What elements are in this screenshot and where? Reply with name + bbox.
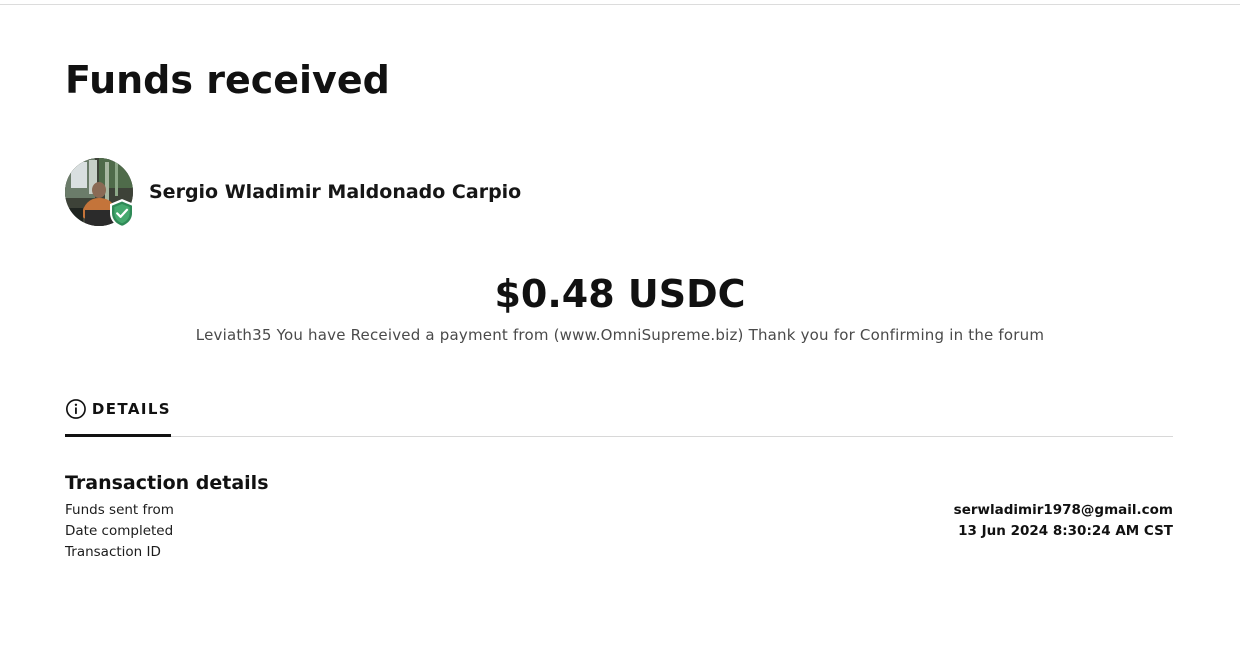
payment-note: Leviath35 You have Received a payment fr… [195, 326, 1045, 344]
page-title: Funds received [65, 58, 390, 102]
top-divider [0, 4, 1240, 5]
tab-details-label: DETAILS [91, 400, 171, 418]
transaction-values: serwladimir1978@gmail.com 13 Jun 2024 8:… [954, 500, 1173, 542]
date-completed-label: Date completed [65, 523, 174, 539]
transaction-details-title: Transaction details [65, 472, 269, 494]
avatar-container [65, 158, 134, 228]
tab-details[interactable]: DETAILS [65, 395, 171, 437]
transaction-id-label: Transaction ID [65, 544, 161, 560]
date-completed-value: 13 Jun 2024 8:30:24 AM CST [958, 523, 1173, 539]
sender-row: Sergio Wladimir Maldonado Carpio [65, 157, 522, 228]
funds-sent-from-value: serwladimir1978@gmail.com [953, 502, 1173, 518]
funds-sent-from-label: Funds sent from [65, 502, 174, 518]
payment-amount: $0.48 USDC [494, 272, 746, 316]
verified-shield-icon [110, 199, 134, 228]
sender-name: Sergio Wladimir Maldonado Carpio [149, 181, 522, 203]
info-circle-icon [66, 399, 86, 419]
transaction-labels: Funds sent from Date completed Transacti… [65, 500, 174, 563]
tab-bar: DETAILS [65, 395, 1173, 437]
